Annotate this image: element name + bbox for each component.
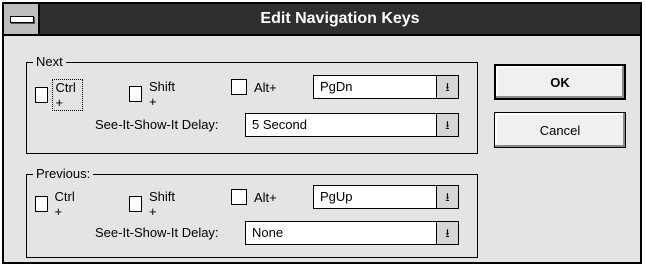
next-delay-select[interactable]: 5 Second ⭳: [245, 113, 459, 137]
next-shift-label: Shift +: [148, 79, 175, 109]
next-group: Next Ctrl + Shift + Alt+ PgDn ⭳ See-It-S…: [26, 54, 478, 154]
previous-shift-checkbox-box[interactable]: [129, 196, 142, 212]
down-arrow-icon: ⭳: [445, 190, 450, 204]
previous-delay-label: See-It-Show-It Delay:: [95, 225, 219, 240]
previous-ctrl-label: Ctrl +: [54, 189, 75, 219]
next-key-select[interactable]: PgDn ⭳: [313, 75, 459, 99]
previous-group-label: Previous:: [33, 166, 94, 182]
previous-delay-row: See-It-Show-It Delay: None ⭳: [35, 221, 465, 247]
next-ctrl-label: Ctrl +: [51, 79, 84, 111]
title-bar: Edit Navigation Keys: [4, 4, 640, 36]
previous-key-select[interactable]: PgUp ⭳: [313, 185, 459, 209]
previous-shift-checkbox[interactable]: Shift +: [129, 189, 181, 219]
next-shift-checkbox[interactable]: Shift +: [129, 79, 181, 109]
previous-shift-label: Shift +: [148, 189, 175, 219]
next-ctrl-checkbox[interactable]: Ctrl +: [35, 79, 84, 111]
dialog-title: Edit Navigation Keys: [260, 10, 420, 27]
next-ctrl-checkbox-box[interactable]: [35, 87, 48, 103]
next-group-label: Next: [33, 54, 66, 70]
next-key-value: PgDn: [320, 79, 353, 94]
previous-delay-value: None: [252, 225, 284, 240]
next-delay-label: See-It-Show-It Delay:: [95, 117, 219, 132]
edit-navigation-keys-dialog: Edit Navigation Keys Next Ctrl + Shift +…: [2, 2, 642, 264]
system-menu-icon[interactable]: [4, 4, 40, 34]
previous-delay-dropdown-button[interactable]: ⭳: [436, 222, 458, 244]
next-delay-row: See-It-Show-It Delay: 5 Second ⭳: [35, 113, 465, 139]
next-delay-dropdown-button[interactable]: ⭳: [436, 114, 458, 136]
previous-alt-checkbox-box[interactable]: [231, 189, 247, 205]
previous-alt-label: Alt+: [254, 189, 277, 205]
previous-delay-select[interactable]: None ⭳: [245, 221, 459, 245]
down-arrow-icon: ⭳: [445, 226, 450, 240]
next-alt-checkbox-box[interactable]: [231, 79, 247, 95]
down-arrow-icon: ⭳: [445, 118, 450, 132]
next-key-dropdown-button[interactable]: ⭳: [436, 76, 458, 98]
previous-key-value: PgUp: [320, 189, 353, 204]
previous-key-dropdown-button[interactable]: ⭳: [436, 186, 458, 208]
next-alt-label: Alt+: [254, 79, 277, 95]
previous-ctrl-checkbox[interactable]: Ctrl +: [35, 189, 81, 219]
system-menu-bar: [10, 16, 34, 23]
next-shift-checkbox-box[interactable]: [129, 86, 142, 102]
ok-button[interactable]: OK: [494, 64, 626, 100]
previous-alt-checkbox[interactable]: Alt+: [231, 189, 280, 205]
cancel-button[interactable]: Cancel: [494, 112, 626, 148]
down-arrow-icon: ⭳: [445, 80, 450, 94]
next-alt-checkbox[interactable]: Alt+: [231, 79, 280, 95]
previous-ctrl-checkbox-box[interactable]: [35, 196, 48, 212]
previous-group: Previous: Ctrl + Shift + Alt+ PgUp ⭳ See…: [26, 166, 478, 258]
next-delay-value: 5 Second: [252, 117, 307, 132]
